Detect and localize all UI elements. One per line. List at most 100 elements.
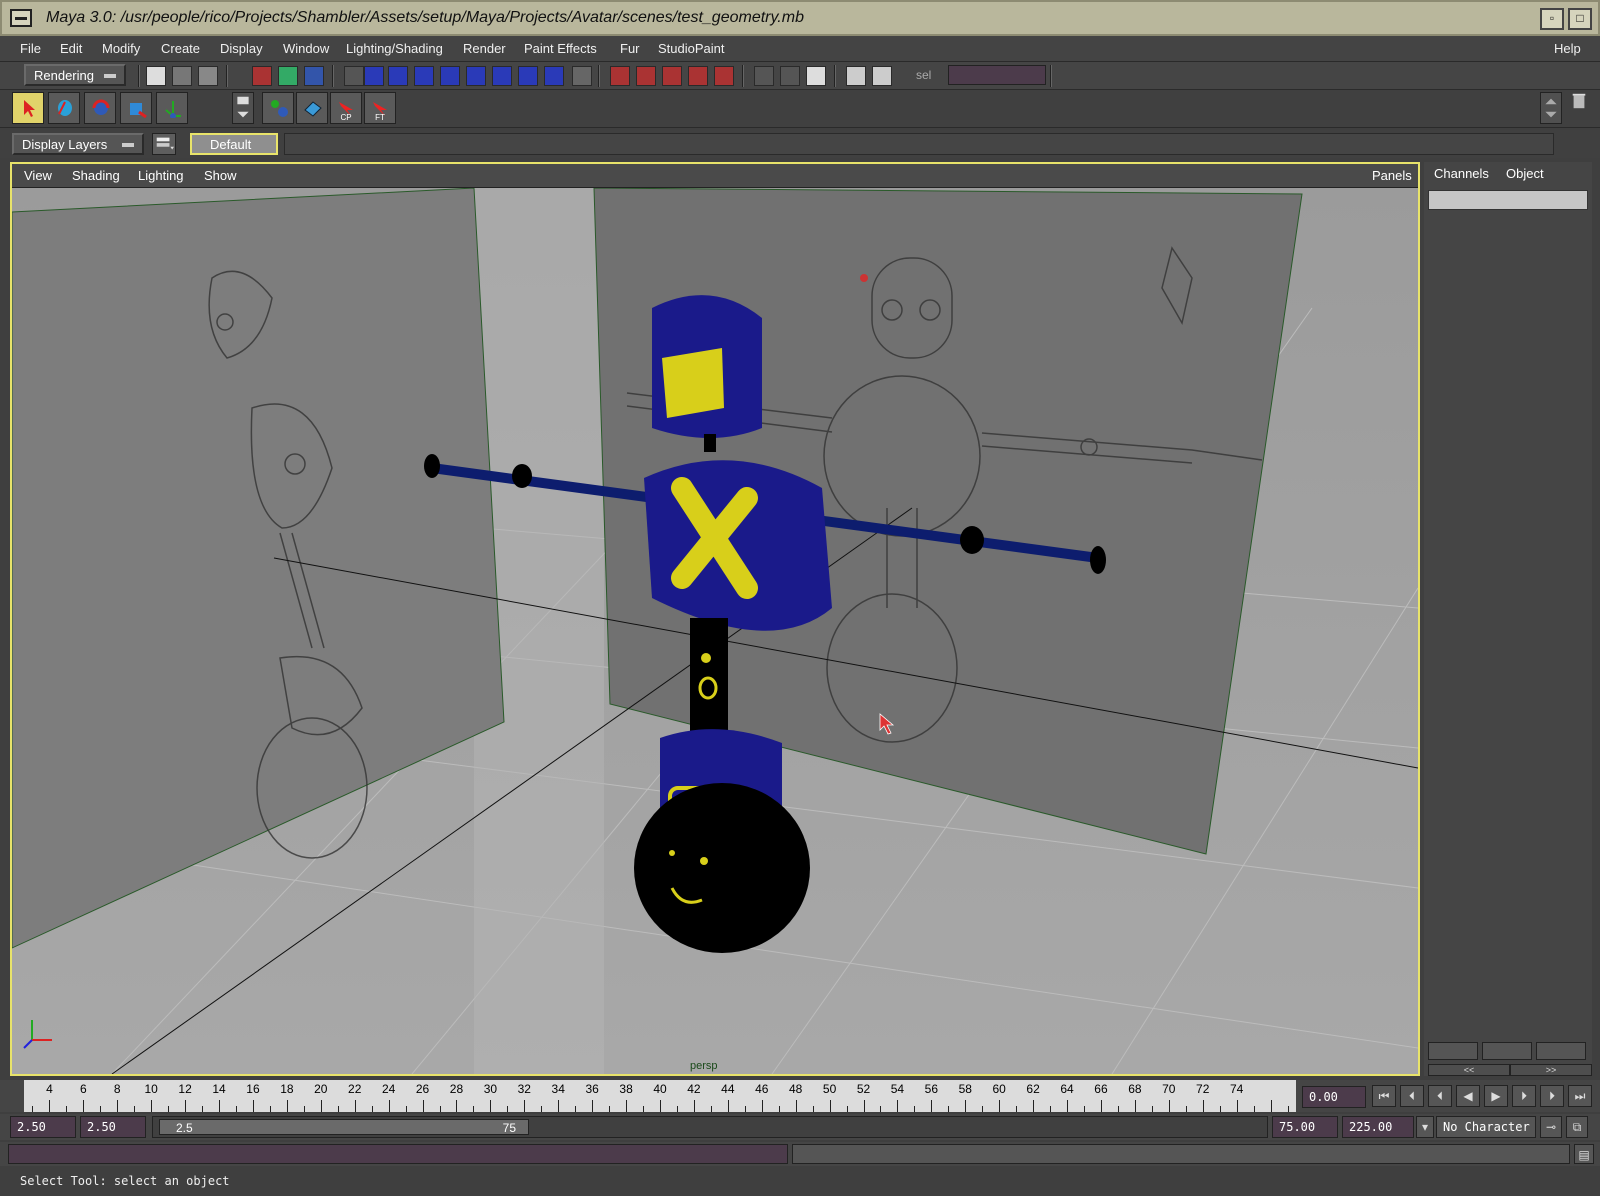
menu-help[interactable]: Help xyxy=(1554,41,1581,56)
select-tool-button[interactable] xyxy=(12,92,44,124)
input-connections-icon[interactable] xyxy=(754,66,774,86)
character-menu-arrow[interactable]: ▾ xyxy=(1416,1116,1434,1138)
step-back-frame-button[interactable]: ⏴ xyxy=(1400,1085,1424,1107)
select-by-object-type-icon[interactable] xyxy=(278,66,298,86)
channel-nav-right[interactable]: >> xyxy=(1510,1064,1592,1076)
layer-options-button[interactable] xyxy=(152,133,176,155)
menu-display[interactable]: Display xyxy=(220,41,263,56)
layer-strip[interactable] xyxy=(284,133,1554,155)
auto-key-button[interactable]: ⊸ xyxy=(1540,1116,1562,1138)
open-scene-icon[interactable] xyxy=(172,66,192,86)
move-tool-button[interactable] xyxy=(84,92,116,124)
tool-settings-button[interactable] xyxy=(1536,1042,1586,1060)
menu-create[interactable]: Create xyxy=(161,41,200,56)
go-to-start-button[interactable]: ⏮ xyxy=(1372,1085,1396,1107)
select-dynamics-icon[interactable] xyxy=(492,66,512,86)
panel-menu-lighting[interactable]: Lighting xyxy=(138,168,184,183)
save-scene-icon[interactable] xyxy=(198,66,218,86)
select-deformers-icon[interactable] xyxy=(466,66,486,86)
time-ruler[interactable]: 4 6 8 10 12 14 16 18 20 22 24 26 28 30 32 34 36 38 40 42 44 4… xyxy=(24,1080,1296,1112)
time-tick-label: 72 xyxy=(1196,1082,1210,1096)
tab-channels[interactable]: Channels xyxy=(1434,166,1489,181)
lock-selection-icon[interactable] xyxy=(572,66,592,86)
range-slider-track[interactable]: 2.5 75 xyxy=(152,1116,1268,1138)
select-handles-icon[interactable] xyxy=(364,66,384,86)
go-to-end-button[interactable]: ⏭ xyxy=(1568,1085,1592,1107)
current-time-field[interactable]: 0.00 xyxy=(1302,1086,1366,1108)
minimize-icon[interactable]: ▫ xyxy=(1540,8,1564,30)
scale-tool-button[interactable] xyxy=(120,92,152,124)
time-tick xyxy=(592,1100,594,1112)
menu-paint-effects[interactable]: Paint Effects xyxy=(524,41,597,56)
maximize-icon[interactable]: □ xyxy=(1568,8,1592,30)
step-forward-key-button[interactable]: ⏵ xyxy=(1512,1085,1536,1107)
menu-window[interactable]: Window xyxy=(283,41,329,56)
range-slider-handle[interactable]: 2.5 75 xyxy=(159,1119,529,1135)
channel-box-button[interactable] xyxy=(1428,1042,1478,1060)
animation-prefs-button[interactable]: ⧉ xyxy=(1566,1116,1588,1138)
step-forward-frame-button[interactable]: ⏵ xyxy=(1540,1085,1564,1107)
quick-selection-field[interactable] xyxy=(948,65,1046,85)
panel-menu-show[interactable]: Show xyxy=(204,168,237,183)
select-curves-icon[interactable] xyxy=(414,66,434,86)
select-by-component-icon[interactable] xyxy=(304,66,324,86)
layer-editor-button[interactable] xyxy=(1482,1042,1532,1060)
lasso-tool-button[interactable] xyxy=(48,92,80,124)
window-menu-icon[interactable] xyxy=(10,9,32,27)
scene-render[interactable] xyxy=(12,188,1418,1074)
menu-studiopaint[interactable]: StudioPaint xyxy=(658,41,725,56)
animation-start-field[interactable]: 2.50 xyxy=(10,1116,76,1138)
shelf-scroll[interactable] xyxy=(1540,92,1562,124)
select-surfaces-icon[interactable] xyxy=(440,66,460,86)
snap-to-point-icon[interactable] xyxy=(662,66,682,86)
hypergraph-button[interactable] xyxy=(262,92,294,124)
cp-shelf-button[interactable]: CP xyxy=(330,92,362,124)
menu-modify[interactable]: Modify xyxy=(102,41,140,56)
snap-to-curve-icon[interactable] xyxy=(636,66,656,86)
layer-type-selector[interactable]: Display Layers xyxy=(12,133,144,155)
current-character-selector[interactable]: No Character xyxy=(1436,1116,1536,1138)
select-by-hierarchy-icon[interactable] xyxy=(252,66,272,86)
manipulator-tool-button[interactable] xyxy=(156,92,188,124)
shelf-tab-menu[interactable] xyxy=(232,92,254,124)
output-connections-icon[interactable] xyxy=(780,66,800,86)
ipr-render-icon[interactable] xyxy=(872,66,892,86)
shelf-trash-button[interactable] xyxy=(1570,92,1590,124)
panel-menu-shading[interactable]: Shading xyxy=(72,168,120,183)
tab-object[interactable]: Object xyxy=(1506,166,1544,181)
animation-end-field[interactable]: 225.00 xyxy=(1342,1116,1414,1138)
mask-menu-icon[interactable] xyxy=(344,66,364,86)
select-rendering-icon[interactable] xyxy=(518,66,538,86)
new-scene-icon[interactable] xyxy=(146,66,166,86)
make-live-icon[interactable] xyxy=(714,66,734,86)
snap-to-grid-icon[interactable] xyxy=(610,66,630,86)
playback-end-field[interactable]: 75.00 xyxy=(1272,1116,1338,1138)
step-back-key-button[interactable]: ⏴ xyxy=(1428,1085,1452,1107)
menu-set-selector[interactable]: Rendering xyxy=(24,64,126,86)
menu-lighting-shading[interactable]: Lighting/Shading xyxy=(346,41,443,56)
plane-button[interactable] xyxy=(296,92,328,124)
menu-file[interactable]: File xyxy=(20,41,41,56)
playback-start-field[interactable]: 2.50 xyxy=(80,1116,146,1138)
snap-to-view-plane-icon[interactable] xyxy=(688,66,708,86)
channel-nav-left[interactable]: << xyxy=(1428,1064,1510,1076)
panel-menu-panels[interactable]: Panels xyxy=(1372,168,1412,183)
render-view-icon[interactable] xyxy=(846,66,866,86)
command-input[interactable] xyxy=(8,1144,788,1164)
menu-edit[interactable]: Edit xyxy=(60,41,82,56)
play-backwards-button[interactable]: ◀ xyxy=(1456,1085,1480,1107)
default-layer-button[interactable]: Default xyxy=(190,133,278,155)
menu-render[interactable]: Render xyxy=(463,41,506,56)
select-joints-icon[interactable] xyxy=(388,66,408,86)
play-forwards-button[interactable]: ▶ xyxy=(1484,1085,1508,1107)
construction-history-icon[interactable] xyxy=(806,66,826,86)
perspective-viewport[interactable]: View Shading Lighting Show Panels xyxy=(10,162,1420,1076)
script-editor-button[interactable]: ▤ xyxy=(1574,1144,1594,1164)
menu-set-label: Rendering xyxy=(34,68,94,83)
ft-shelf-button[interactable]: FT xyxy=(364,92,396,124)
select-misc-icon[interactable] xyxy=(544,66,564,86)
panel-menu-view[interactable]: View xyxy=(24,168,52,183)
menu-fur[interactable]: Fur xyxy=(620,41,640,56)
object-name-field[interactable] xyxy=(1428,190,1588,210)
time-tick-label: 22 xyxy=(348,1082,362,1096)
